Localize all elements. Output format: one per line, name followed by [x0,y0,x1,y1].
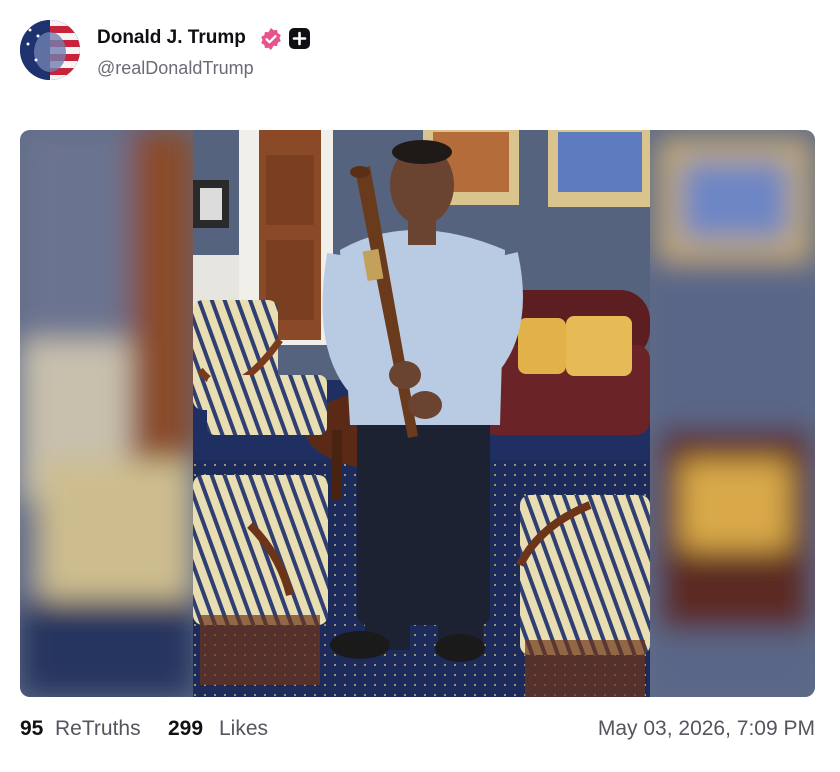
plus-square-icon [289,28,310,49]
post-photo[interactable] [20,130,815,697]
likes-count[interactable]: 299 [168,717,203,741]
author-handle[interactable]: @realDonaldTrump [97,58,254,79]
photo-image [20,130,815,697]
post-timestamp[interactable]: May 03, 2026, 7:09 PM [598,717,815,741]
post-footer: 95 ReTruths 299 Likes May 03, 2026, 7:09… [0,705,840,750]
author-avatar[interactable] [20,20,80,80]
avatar-flag-portrait-icon [20,20,80,80]
verified-badge-icon [261,28,281,50]
likes-label[interactable]: Likes [219,717,268,741]
post-header: Donald J. Trump @realDonaldTrump [0,0,840,100]
retruths-count[interactable]: 95 [20,717,43,741]
author-display-name[interactable]: Donald J. Trump [97,27,246,49]
retruths-label[interactable]: ReTruths [55,717,141,741]
